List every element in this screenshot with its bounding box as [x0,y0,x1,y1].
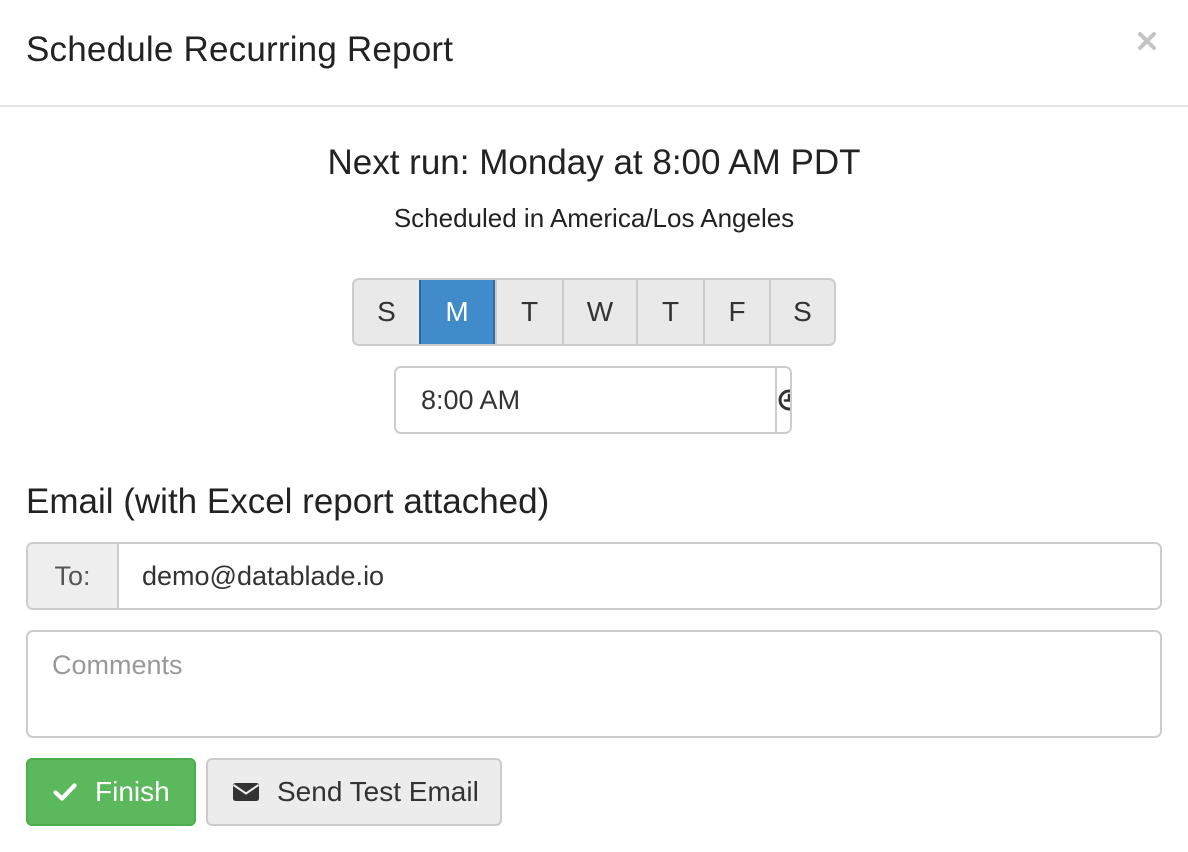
to-label: To: [28,544,119,608]
schedule-report-modal: Schedule Recurring Report Next run: Mond… [0,0,1188,852]
day-button-tuesday[interactable]: T [495,280,562,344]
day-button-sunday[interactable]: S [354,280,419,344]
time-input[interactable] [396,368,775,432]
day-button-thursday[interactable]: T [636,280,703,344]
day-button-wednesday[interactable]: W [562,280,636,344]
next-run-text: Next run: Monday at 8:00 AM PDT [327,143,861,182]
check-icon [53,782,77,802]
envelope-icon [232,781,260,803]
email-to-input[interactable] [119,544,1160,608]
send-test-email-label: Send Test Email [277,776,479,807]
modal-header: Schedule Recurring Report [0,0,1188,107]
comments-textarea[interactable] [26,630,1162,738]
modal-title: Schedule Recurring Report [26,30,454,69]
close-button[interactable] [1132,26,1162,56]
finish-button-label: Finish [95,776,170,807]
time-picker [394,366,792,434]
day-button-saturday[interactable]: S [769,280,834,344]
email-section-heading: Email (with Excel report attached) [26,482,550,521]
time-picker-button[interactable] [775,368,790,432]
day-button-friday[interactable]: F [703,280,769,344]
clock-icon [778,389,790,411]
send-test-email-button[interactable]: Send Test Email [206,758,502,826]
day-button-monday[interactable]: M [419,280,495,344]
email-to-field: To: [26,542,1162,610]
close-icon [1138,32,1156,50]
finish-button[interactable]: Finish [26,758,196,826]
day-of-week-selector: S M T W T F S [352,278,836,346]
timezone-text: Scheduled in America/Los Angeles [393,203,795,233]
